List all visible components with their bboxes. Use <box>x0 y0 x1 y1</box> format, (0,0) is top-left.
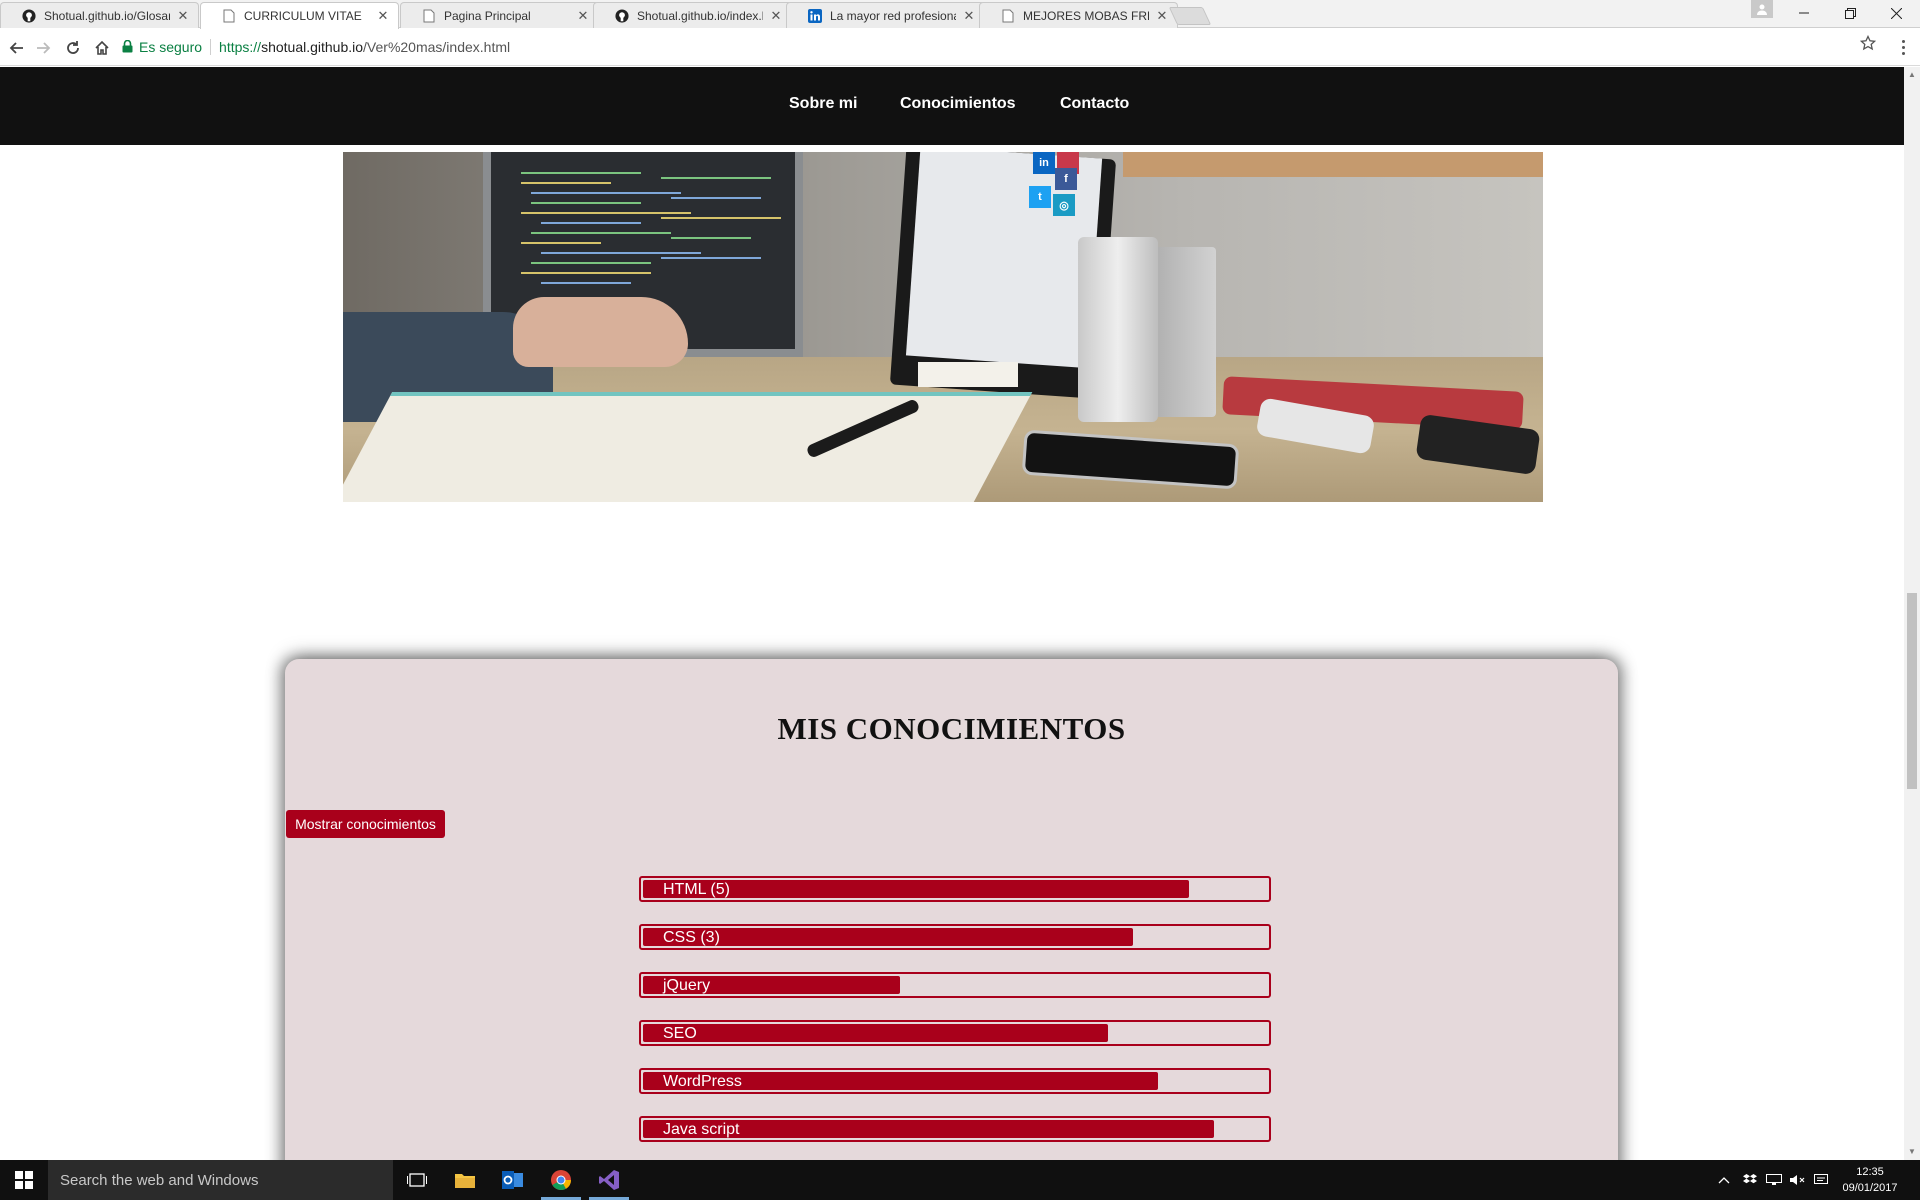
dropbox-icon[interactable] <box>1743 1160 1757 1200</box>
visual-studio-icon[interactable] <box>585 1160 633 1200</box>
chrome-icon[interactable] <box>537 1160 585 1200</box>
tab-title: Pagina Principal <box>444 8 531 23</box>
hero-image: in f t ◎ <box>343 152 1543 502</box>
volume-muted-icon[interactable] <box>1790 1160 1806 1200</box>
action-center-icon[interactable] <box>1814 1160 1828 1200</box>
skill-bar: Java script <box>639 1116 1271 1142</box>
close-window-icon[interactable] <box>1873 0 1919 26</box>
page-scrollbar[interactable]: ▲ ▼ <box>1904 67 1920 1160</box>
skill-bar: jQuery <box>639 972 1271 998</box>
linkedin-icon <box>807 8 823 24</box>
skill-bar-fill <box>643 1024 1108 1042</box>
nav-link-skills[interactable]: Conocimientos <box>900 95 1016 113</box>
linkedin-icon: in <box>1033 152 1055 174</box>
url-path: /Ver%20mas/index.html <box>363 38 511 55</box>
skill-bar: SEO <box>639 1020 1271 1046</box>
tab-close-icon[interactable]: ✕ <box>769 8 783 24</box>
github-icon <box>614 8 630 24</box>
tab-title: Shotual.github.io/Glosari <box>44 8 170 23</box>
nav-link-contact[interactable]: Contacto <box>1060 95 1129 113</box>
skill-bar: CSS (3) <box>639 924 1271 950</box>
divider <box>210 38 212 55</box>
profile-icon[interactable] <box>1751 0 1773 18</box>
network-icon[interactable] <box>1766 1160 1782 1200</box>
scroll-down-arrow-icon[interactable]: ▼ <box>1904 1144 1920 1160</box>
tab-mobas[interactable]: MEJORES MOBAS FREE T ✕ <box>979 2 1178 28</box>
nav-link-about[interactable]: Sobre mi <box>789 95 857 113</box>
bookmark-star-icon[interactable] <box>1859 34 1877 54</box>
url-scheme: https:// <box>219 38 262 55</box>
forward-arrow-icon[interactable] <box>32 37 54 59</box>
windows-taskbar: Search the web and Windows 12:35 09/01/2… <box>0 1160 1920 1200</box>
skill-bar: HTML (5) <box>639 876 1271 902</box>
github-icon <box>21 8 37 24</box>
page-icon <box>221 8 237 24</box>
back-arrow-icon[interactable] <box>6 37 28 59</box>
file-explorer-icon[interactable] <box>441 1160 489 1200</box>
security-label: Es seguro <box>139 38 203 55</box>
tab-pagina-principal[interactable]: Pagina Principal ✕ <box>400 2 599 28</box>
tab-title: La mayor red profesional <box>830 8 956 23</box>
taskbar-search-input[interactable]: Search the web and Windows <box>48 1160 393 1200</box>
tab-close-icon[interactable]: ✕ <box>576 8 590 24</box>
show-skills-button[interactable]: Mostrar conocimientos <box>286 810 445 838</box>
skill-label: jQuery <box>663 977 711 994</box>
chrome-menu-icon[interactable] <box>1896 35 1910 59</box>
browser-toolbar: Es seguro https:// shotual.github.io /Ve… <box>0 29 1920 66</box>
skill-label: HTML (5) <box>663 881 730 898</box>
tab-strip: Shotual.github.io/Glosari ✕ CURRICULUM V… <box>0 0 1920 29</box>
tab-close-icon[interactable]: ✕ <box>376 8 390 24</box>
clock-date: 09/01/2017 <box>1842 1182 1898 1194</box>
hard-drive <box>1078 237 1158 422</box>
twitter-icon: t <box>1029 186 1051 208</box>
reload-icon[interactable] <box>62 37 84 59</box>
tab-glosario[interactable]: Shotual.github.io/Glosari ✕ <box>0 2 199 28</box>
restore-icon[interactable] <box>1827 0 1873 26</box>
scroll-up-arrow-icon[interactable]: ▲ <box>1904 67 1920 83</box>
tab-curriculum[interactable]: CURRICULUM VITAE ✕ <box>200 2 399 29</box>
lock-icon <box>122 40 133 53</box>
minimize-icon[interactable] <box>1781 0 1827 26</box>
tab-title: Shotual.github.io/index.h <box>637 8 763 23</box>
task-view-icon[interactable] <box>393 1160 441 1200</box>
tab-linkedin[interactable]: La mayor red profesional ✕ <box>786 2 985 28</box>
tab-close-icon[interactable]: ✕ <box>962 8 976 24</box>
url-host: shotual.github.io <box>261 38 364 55</box>
system-clock[interactable]: 12:35 09/01/2017 <box>1835 1164 1905 1196</box>
instagram-icon: ◎ <box>1053 194 1075 216</box>
skills-title: MIS CONOCIMIENTOS <box>777 711 1126 746</box>
tab-close-icon[interactable]: ✕ <box>176 8 190 24</box>
windows-start-icon[interactable] <box>0 1160 48 1200</box>
facebook-icon: f <box>1055 168 1077 190</box>
page-icon <box>1000 8 1016 24</box>
skill-label: WordPress <box>663 1073 742 1090</box>
notebook <box>343 392 1033 502</box>
new-tab-button[interactable] <box>1168 7 1212 25</box>
tray-chevron-up-icon[interactable] <box>1718 1160 1730 1200</box>
home-icon[interactable] <box>91 37 113 59</box>
skills-section: MIS CONOCIMIENTOS Mostrar conocimientos … <box>285 659 1618 1160</box>
site-navigation: Sobre mi Conocimientos Contacto <box>0 67 1904 145</box>
outlook-icon[interactable] <box>489 1160 537 1200</box>
page-viewport: Sobre mi Conocimientos Contacto in f t ◎… <box>0 67 1904 1160</box>
clock-time: 12:35 <box>1856 1166 1884 1178</box>
page-icon <box>421 8 437 24</box>
skill-label: CSS (3) <box>663 929 720 946</box>
skill-label: Java script <box>663 1121 740 1138</box>
tab-close-icon[interactable]: ✕ <box>1155 8 1169 24</box>
tab-title: CURRICULUM VITAE <box>244 9 362 23</box>
tab-title: MEJORES MOBAS FREE T <box>1023 8 1149 23</box>
skill-bar: WordPress <box>639 1068 1271 1094</box>
tab-shotual-index[interactable]: Shotual.github.io/index.h ✕ <box>593 2 792 28</box>
skill-label: SEO <box>663 1025 697 1042</box>
address-bar[interactable]: Es seguro https:// shotual.github.io /Ve… <box>122 33 1892 60</box>
scroll-thumb[interactable] <box>1907 593 1917 789</box>
